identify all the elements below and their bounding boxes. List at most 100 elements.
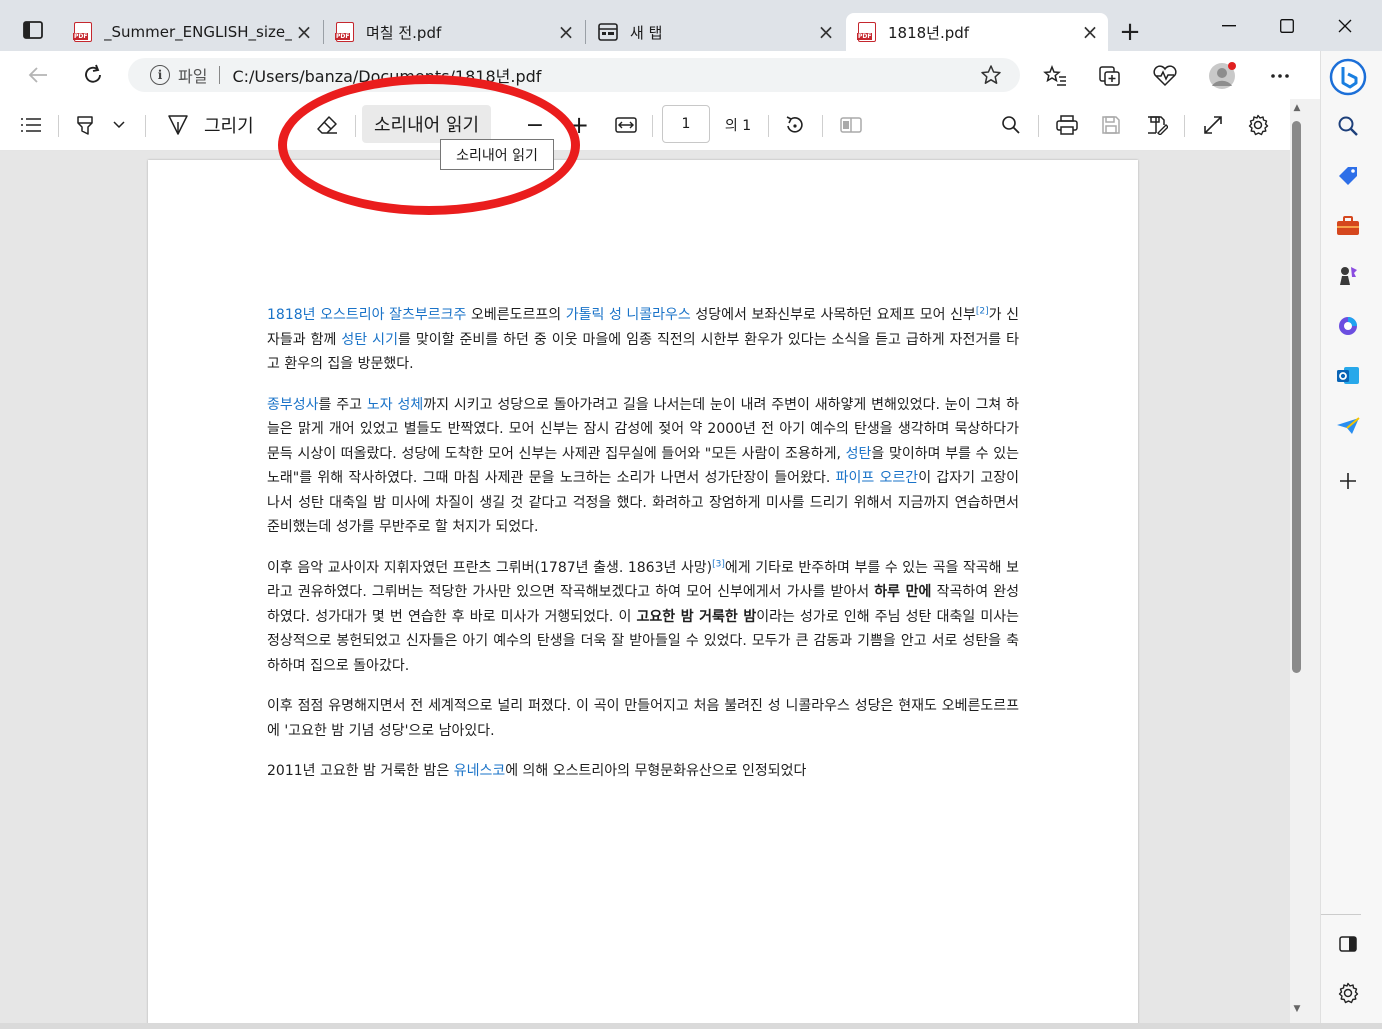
vertical-scrollbar[interactable]: ▲ ▼ [1290, 99, 1320, 1023]
sidebar-games-button[interactable] [1328, 256, 1368, 296]
refresh-button[interactable] [75, 59, 111, 91]
link-christmas[interactable]: 성탄 [846, 446, 872, 462]
collections-button[interactable] [1095, 61, 1125, 91]
link-christmas-season[interactable]: 성탄 시기 [341, 332, 398, 348]
sidebar-shopping-button[interactable] [1328, 156, 1368, 196]
reference-2[interactable]: [2] [976, 306, 989, 316]
highlight-button[interactable] [70, 110, 100, 140]
chess-icon [1340, 267, 1357, 285]
tab-actions-icon [23, 21, 43, 39]
read-aloud-button[interactable]: 소리내어 읽기 [362, 105, 492, 143]
pdf-file-icon [857, 22, 876, 42]
link-last-rites[interactable]: 종부성사 [267, 397, 319, 413]
sidebar-search-button[interactable] [1328, 106, 1368, 146]
zoom-out-button[interactable]: − [522, 110, 548, 140]
save-button[interactable] [1096, 110, 1126, 140]
url-text[interactable]: C:/Users/banza/Documents/1818년.pdf [232, 63, 541, 87]
close-tab-icon[interactable]: × [554, 20, 578, 44]
find-button[interactable] [996, 110, 1026, 140]
save-disk-icon [1102, 116, 1120, 134]
sidebar-office-button[interactable] [1328, 306, 1368, 346]
profile-button[interactable] [1207, 61, 1237, 91]
link-unesco[interactable]: 유네스코 [454, 763, 506, 779]
close-tab-icon[interactable]: × [814, 20, 838, 44]
toolbar-divider [145, 115, 146, 137]
full-screen-button[interactable] [1198, 110, 1228, 140]
close-tab-icon[interactable]: × [292, 20, 316, 44]
browser-essentials-button[interactable] [1150, 61, 1180, 91]
text: 2011년 고요한 밤 거룩한 밤은 [267, 763, 454, 779]
tab-new-tab[interactable]: 새 탭 × [586, 13, 844, 51]
sidebar-outlook-button[interactable] [1328, 356, 1368, 396]
close-tab-icon[interactable]: × [1078, 20, 1102, 44]
maximize-button[interactable] [1262, 10, 1312, 42]
page-view-button[interactable] [836, 110, 866, 140]
tab-title: 1818년.pdf [888, 23, 970, 42]
link-1818[interactable]: 1818년 [267, 307, 316, 323]
favorites-button[interactable] [1040, 61, 1070, 91]
file-scheme-label: 파일 [178, 67, 208, 86]
reference-3[interactable]: [3] [712, 559, 725, 569]
bing-icon [1329, 58, 1367, 96]
favorite-star-icon[interactable] [980, 64, 1002, 86]
address-bar[interactable]: i 파일 C:/Users/banza/Documents/1818년.pdf [128, 58, 1020, 92]
highlight-color-dropdown[interactable] [110, 110, 128, 140]
tooltip-text: 소리내어 읽기 [456, 147, 538, 164]
save-as-button[interactable] [1142, 110, 1172, 140]
save-as-icon [1148, 116, 1168, 135]
sidebar-tools-button[interactable] [1328, 206, 1368, 246]
scroll-down-arrow-icon[interactable]: ▼ [1290, 1004, 1304, 1018]
send-icon [1337, 417, 1360, 434]
fit-to-width-button[interactable] [611, 110, 641, 140]
address-divider [219, 66, 221, 84]
chevron-down-icon [113, 121, 125, 129]
page-number-input[interactable]: 1 [662, 105, 710, 143]
link-pipe-organ[interactable]: 파이프 오르간 [836, 470, 919, 486]
toolbar-divider [58, 115, 59, 137]
close-window-button[interactable] [1320, 10, 1370, 42]
contents-button[interactable] [16, 110, 46, 140]
link-austria[interactable]: 오스트리아 [320, 307, 384, 323]
sidebar-drop-button[interactable] [1328, 406, 1368, 446]
pdf-settings-button[interactable] [1243, 110, 1273, 140]
tab-actions-button[interactable] [14, 14, 52, 46]
page-number-value: 1 [681, 116, 691, 132]
erase-button[interactable] [312, 110, 342, 140]
text: 이후 음악 교사이자 지휘자였던 프란츠 그뤼버(1787년 출생. 1863년… [267, 559, 713, 576]
minimize-button[interactable] [1204, 10, 1254, 42]
tab-summer-english[interactable]: _Summer_ENGLISH_size_xx × [62, 13, 322, 51]
sidebar-split-screen-button[interactable] [1328, 924, 1368, 964]
scroll-up-arrow-icon[interactable]: ▲ [1290, 103, 1304, 117]
new-tab-button[interactable]: + [1112, 16, 1148, 48]
zoom-in-button[interactable]: + [566, 110, 592, 140]
tab-title: 새 탭 [630, 23, 663, 42]
paragraph-5: 2011년 고요한 밤 거룩한 밤은 유네스코에 의해 오스트리아의 무형문화유… [267, 759, 1019, 784]
refresh-icon [85, 64, 101, 83]
settings-more-button[interactable] [1265, 61, 1295, 91]
toolbar-divider [355, 115, 356, 137]
maximize-icon [1280, 19, 1294, 33]
back-button[interactable] [20, 59, 56, 91]
link-viaticum[interactable]: 노자 성체 [367, 397, 423, 413]
search-icon [1338, 116, 1358, 136]
scrollbar-thumb[interactable] [1292, 121, 1301, 673]
two-page-view-icon [840, 117, 862, 133]
bold-text: 고요한 밤 거룩한 밤 [636, 608, 757, 625]
info-icon[interactable]: i [150, 65, 170, 85]
tab-며칠전[interactable]: 며칠 전.pdf × [324, 13, 584, 51]
avatar [1209, 62, 1236, 89]
new-tab-page-icon [598, 23, 618, 41]
tab-strip: _Summer_ENGLISH_size_xx × 며칠 전.pdf × 새 탭… [0, 0, 1382, 51]
favorites-list-icon [1043, 65, 1066, 86]
print-button[interactable] [1052, 110, 1082, 140]
draw-button[interactable]: 그리기 [166, 110, 266, 140]
sidebar-add-button[interactable] [1328, 461, 1368, 501]
back-arrow-icon [28, 67, 47, 83]
bing-copilot-button[interactable] [1328, 57, 1368, 97]
link-st-nicholas[interactable]: 가톨릭 성 니콜라우스 [566, 307, 691, 323]
toolbar-divider [1038, 115, 1039, 137]
rotate-button[interactable] [780, 110, 810, 140]
tab-1818-active[interactable]: 1818년.pdf × [846, 13, 1108, 51]
link-salzburg[interactable]: 잘츠부르크주 [389, 307, 466, 323]
sidebar-settings-button[interactable] [1328, 973, 1368, 1013]
